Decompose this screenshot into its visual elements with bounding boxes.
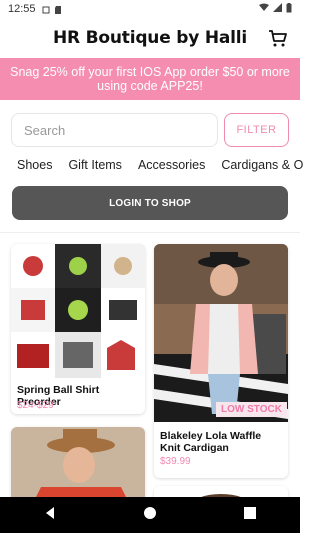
signal-icon xyxy=(273,3,282,15)
app-header: HR Boutique by Halli xyxy=(0,18,300,58)
wifi-icon xyxy=(259,3,269,15)
promo-text: Snag 25% off your first IOS App order $5… xyxy=(10,65,290,93)
product-card[interactable]: LOW STOCK Blakeley Lola Waffle Knit Card… xyxy=(154,244,288,478)
login-label: LOGIN TO SHOP xyxy=(109,197,191,209)
status-bar: 12:55 xyxy=(0,0,300,18)
promo-banner[interactable]: Snag 25% off your first IOS App order $5… xyxy=(0,58,300,100)
notification-icon xyxy=(42,5,50,14)
search-input[interactable]: Search xyxy=(11,113,218,147)
category-accessories[interactable]: Accessories xyxy=(138,158,205,172)
product-image xyxy=(11,244,145,378)
product-price: $39.99 xyxy=(160,456,191,467)
search-row: Search FILTER xyxy=(11,113,289,147)
category-tabs: Shoes Gift Items Accessories Cardigans &… xyxy=(17,158,303,172)
product-price: $24-$29 xyxy=(17,400,54,411)
back-icon[interactable] xyxy=(43,506,57,525)
filter-label: FILTER xyxy=(236,124,277,136)
recents-icon[interactable] xyxy=(243,506,257,525)
product-image xyxy=(11,427,145,507)
category-shoes[interactable]: Shoes xyxy=(17,158,52,172)
filter-button[interactable]: FILTER xyxy=(224,113,289,147)
cart-icon[interactable] xyxy=(268,28,288,48)
product-card[interactable] xyxy=(11,427,145,507)
app-title: HR Boutique by Halli xyxy=(53,28,247,48)
category-cardigans[interactable]: Cardigans & O xyxy=(221,158,303,172)
product-name: Blakeley Lola Waffle Knit Cardigan xyxy=(160,430,262,454)
product-card[interactable]: Spring Ball Shirt Preorder $24-$29 xyxy=(11,244,145,414)
product-image xyxy=(154,244,288,422)
system-nav-bar xyxy=(0,497,300,533)
status-time: 12:55 xyxy=(8,3,36,15)
search-placeholder: Search xyxy=(24,122,66,138)
home-icon[interactable] xyxy=(143,506,157,525)
sd-card-icon xyxy=(54,5,62,14)
category-gift-items[interactable]: Gift Items xyxy=(68,158,121,172)
low-stock-badge: LOW STOCK xyxy=(216,402,287,417)
battery-icon xyxy=(286,2,292,16)
login-to-shop-button[interactable]: LOGIN TO SHOP xyxy=(12,186,288,220)
divider xyxy=(0,232,300,233)
